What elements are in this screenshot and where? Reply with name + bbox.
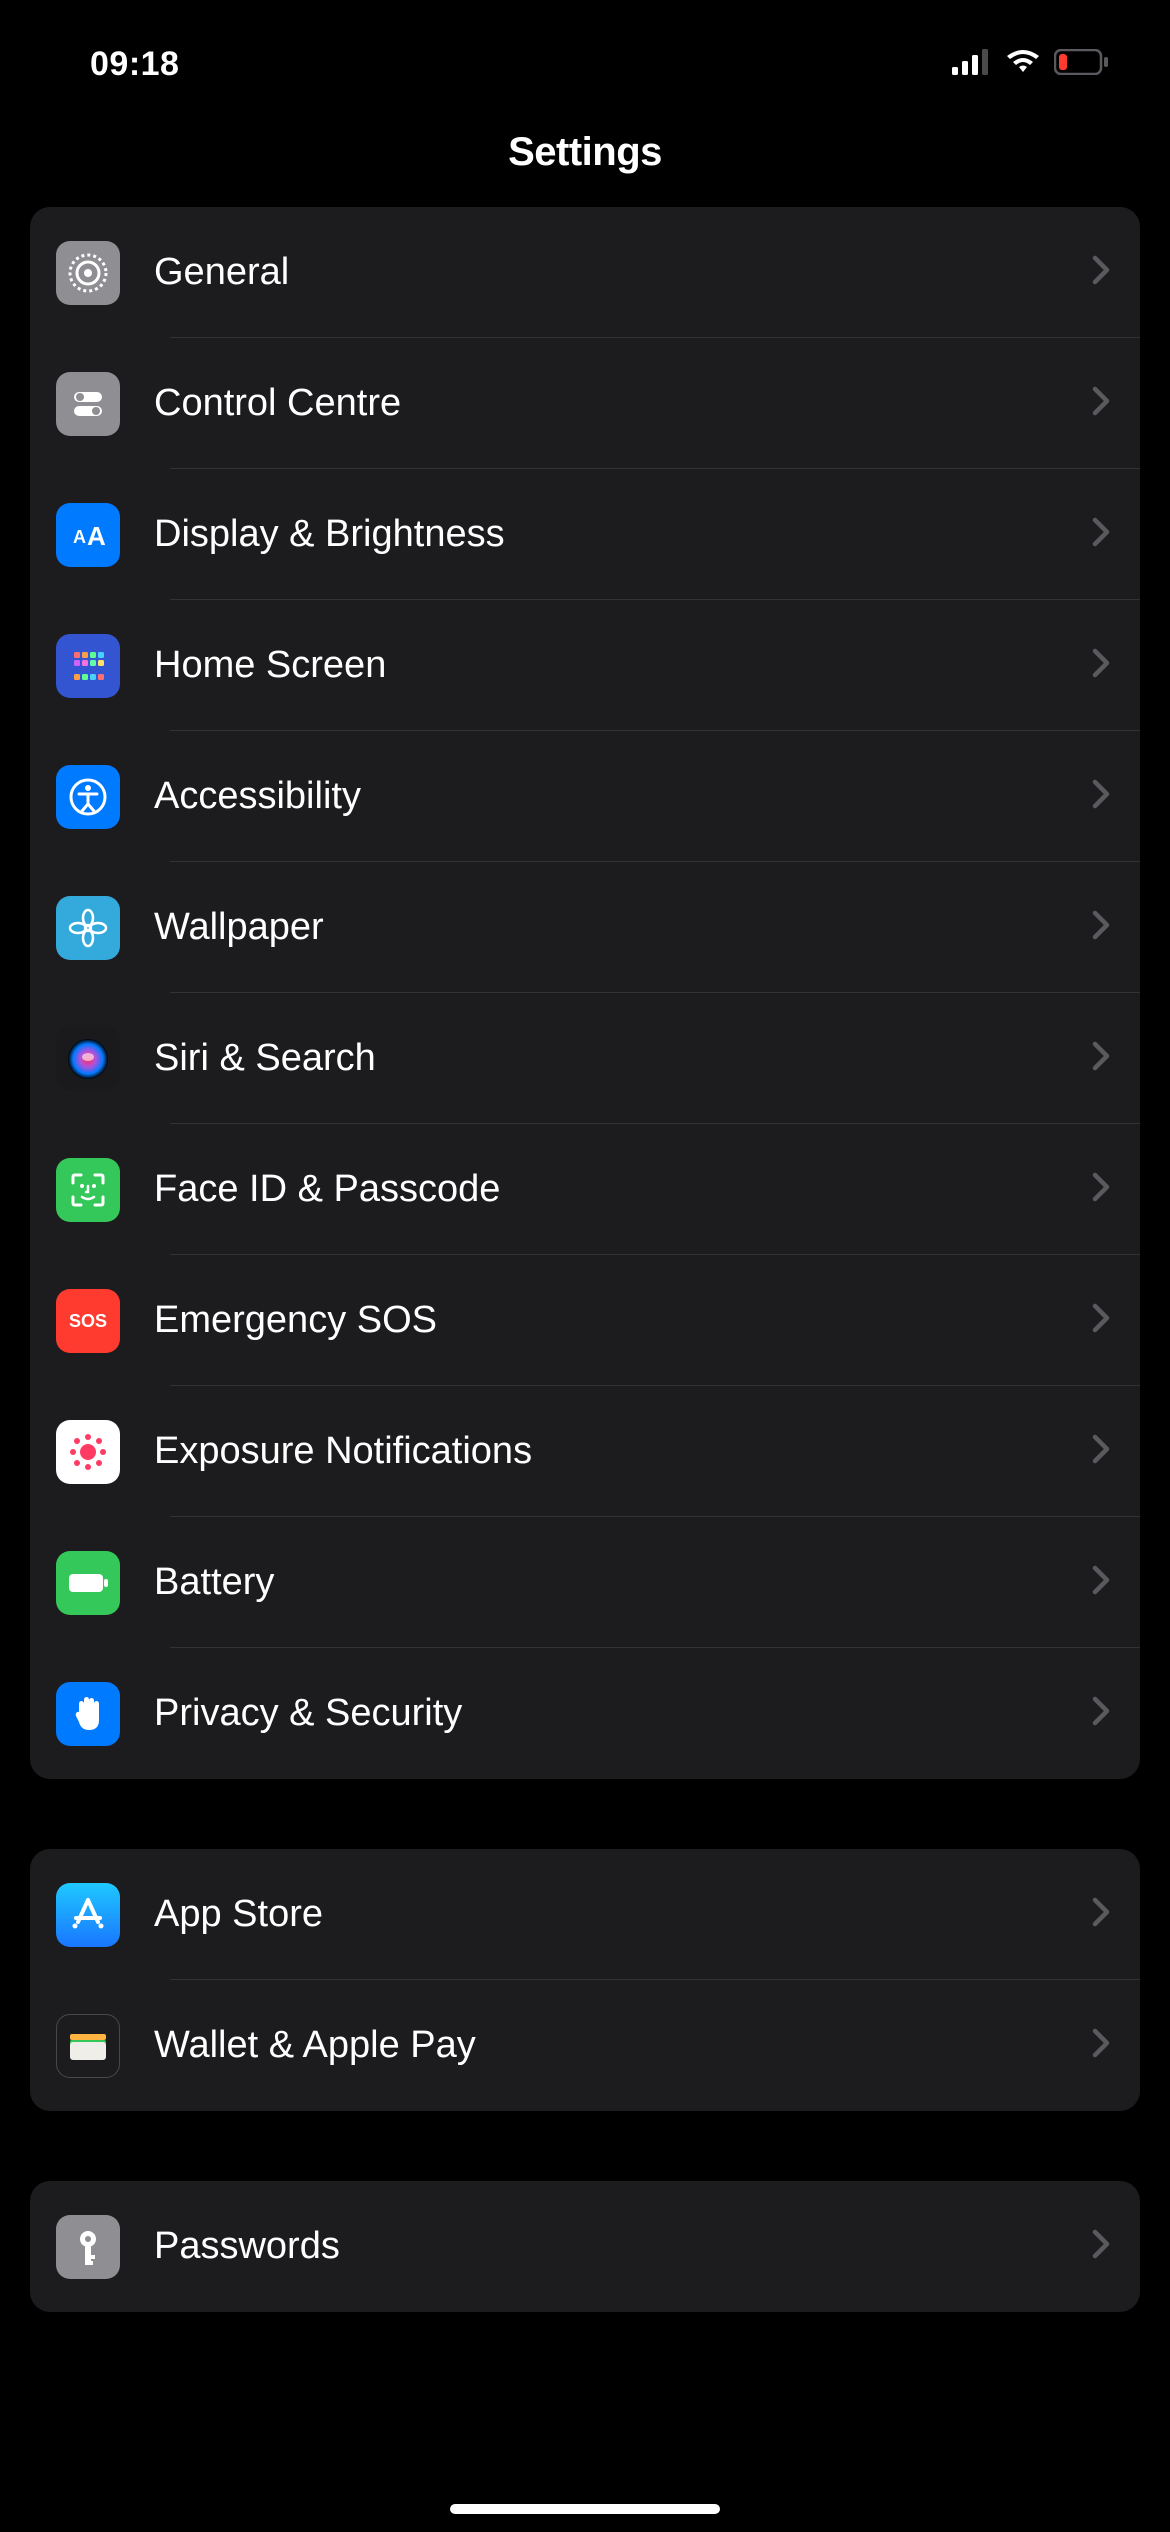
settings-group-1: General Control Centre A <box>30 207 1140 1779</box>
toggles-icon <box>56 372 120 436</box>
chevron-right-icon <box>1092 2229 1110 2264</box>
settings-group-2: App Store Wallet & Apple Pay <box>30 1849 1140 2111</box>
chevron-right-icon <box>1092 517 1110 552</box>
chevron-right-icon <box>1092 1696 1110 1731</box>
row-label: General <box>154 251 1092 294</box>
chevron-right-icon <box>1092 910 1110 945</box>
chevron-right-icon <box>1092 1303 1110 1338</box>
chevron-right-icon <box>1092 2028 1110 2063</box>
key-icon <box>56 2215 120 2279</box>
row-exposure-notifications[interactable]: Exposure Notifications <box>30 1386 1140 1517</box>
row-label: Siri & Search <box>154 1037 1092 1080</box>
row-privacy-security[interactable]: Privacy & Security <box>30 1648 1140 1779</box>
row-general[interactable]: General <box>30 207 1140 338</box>
row-label: Wallpaper <box>154 906 1092 949</box>
row-label: Control Centre <box>154 382 1092 425</box>
chevron-right-icon <box>1092 386 1110 421</box>
chevron-right-icon <box>1092 1434 1110 1469</box>
row-battery[interactable]: Battery <box>30 1517 1140 1648</box>
gear-icon <box>56 241 120 305</box>
siri-icon <box>56 1027 120 1091</box>
row-label: App Store <box>154 1893 1092 1936</box>
page-header: Settings <box>0 100 1170 207</box>
status-icons <box>952 48 1110 81</box>
chevron-right-icon <box>1092 1565 1110 1600</box>
row-display-brightness[interactable]: A A Display & Brightness <box>30 469 1140 600</box>
hand-icon <box>56 1682 120 1746</box>
settings-content: General Control Centre A <box>0 207 1170 2312</box>
appstore-icon <box>56 1883 120 1947</box>
text-size-icon: A A <box>56 503 120 567</box>
chevron-right-icon <box>1092 648 1110 683</box>
cellular-icon <box>952 49 992 80</box>
home-indicator[interactable] <box>450 2504 720 2514</box>
chevron-right-icon <box>1092 1897 1110 1932</box>
accessibility-icon <box>56 765 120 829</box>
row-label: Face ID & Passcode <box>154 1168 1092 1211</box>
chevron-right-icon <box>1092 1172 1110 1207</box>
row-label: Emergency SOS <box>154 1299 1092 1342</box>
row-label: Display & Brightness <box>154 513 1092 556</box>
exposure-icon <box>56 1420 120 1484</box>
row-label: Home Screen <box>154 644 1092 687</box>
row-faceid-passcode[interactable]: Face ID & Passcode <box>30 1124 1140 1255</box>
settings-group-3: Passwords <box>30 2181 1140 2312</box>
row-control-centre[interactable]: Control Centre <box>30 338 1140 469</box>
status-bar: 09:18 <box>0 0 1170 100</box>
sos-icon: SOS <box>56 1289 120 1353</box>
battery-icon <box>56 1551 120 1615</box>
chevron-right-icon <box>1092 255 1110 290</box>
battery-low-icon <box>1054 49 1110 80</box>
row-label: Passwords <box>154 2225 1092 2268</box>
row-accessibility[interactable]: Accessibility <box>30 731 1140 862</box>
svg-text:SOS: SOS <box>69 1311 107 1331</box>
row-label: Battery <box>154 1561 1092 1604</box>
chevron-right-icon <box>1092 779 1110 814</box>
row-passwords[interactable]: Passwords <box>30 2181 1140 2312</box>
svg-text:A: A <box>87 521 106 551</box>
row-home-screen[interactable]: Home Screen <box>30 600 1140 731</box>
row-wallpaper[interactable]: Wallpaper <box>30 862 1140 993</box>
status-time: 09:18 <box>90 45 179 84</box>
row-label: Accessibility <box>154 775 1092 818</box>
row-label: Wallet & Apple Pay <box>154 2024 1092 2067</box>
row-app-store[interactable]: App Store <box>30 1849 1140 1980</box>
svg-text:A: A <box>73 527 86 547</box>
row-wallet-apple-pay[interactable]: Wallet & Apple Pay <box>30 1980 1140 2111</box>
row-emergency-sos[interactable]: SOS Emergency SOS <box>30 1255 1140 1386</box>
wallet-icon <box>56 2014 120 2078</box>
row-label: Exposure Notifications <box>154 1430 1092 1473</box>
row-siri-search[interactable]: Siri & Search <box>30 993 1140 1124</box>
faceid-icon <box>56 1158 120 1222</box>
chevron-right-icon <box>1092 1041 1110 1076</box>
wifi-icon <box>1004 48 1042 81</box>
app-grid-icon <box>56 634 120 698</box>
flower-icon <box>56 896 120 960</box>
row-label: Privacy & Security <box>154 1692 1092 1735</box>
page-title: Settings <box>0 130 1170 175</box>
